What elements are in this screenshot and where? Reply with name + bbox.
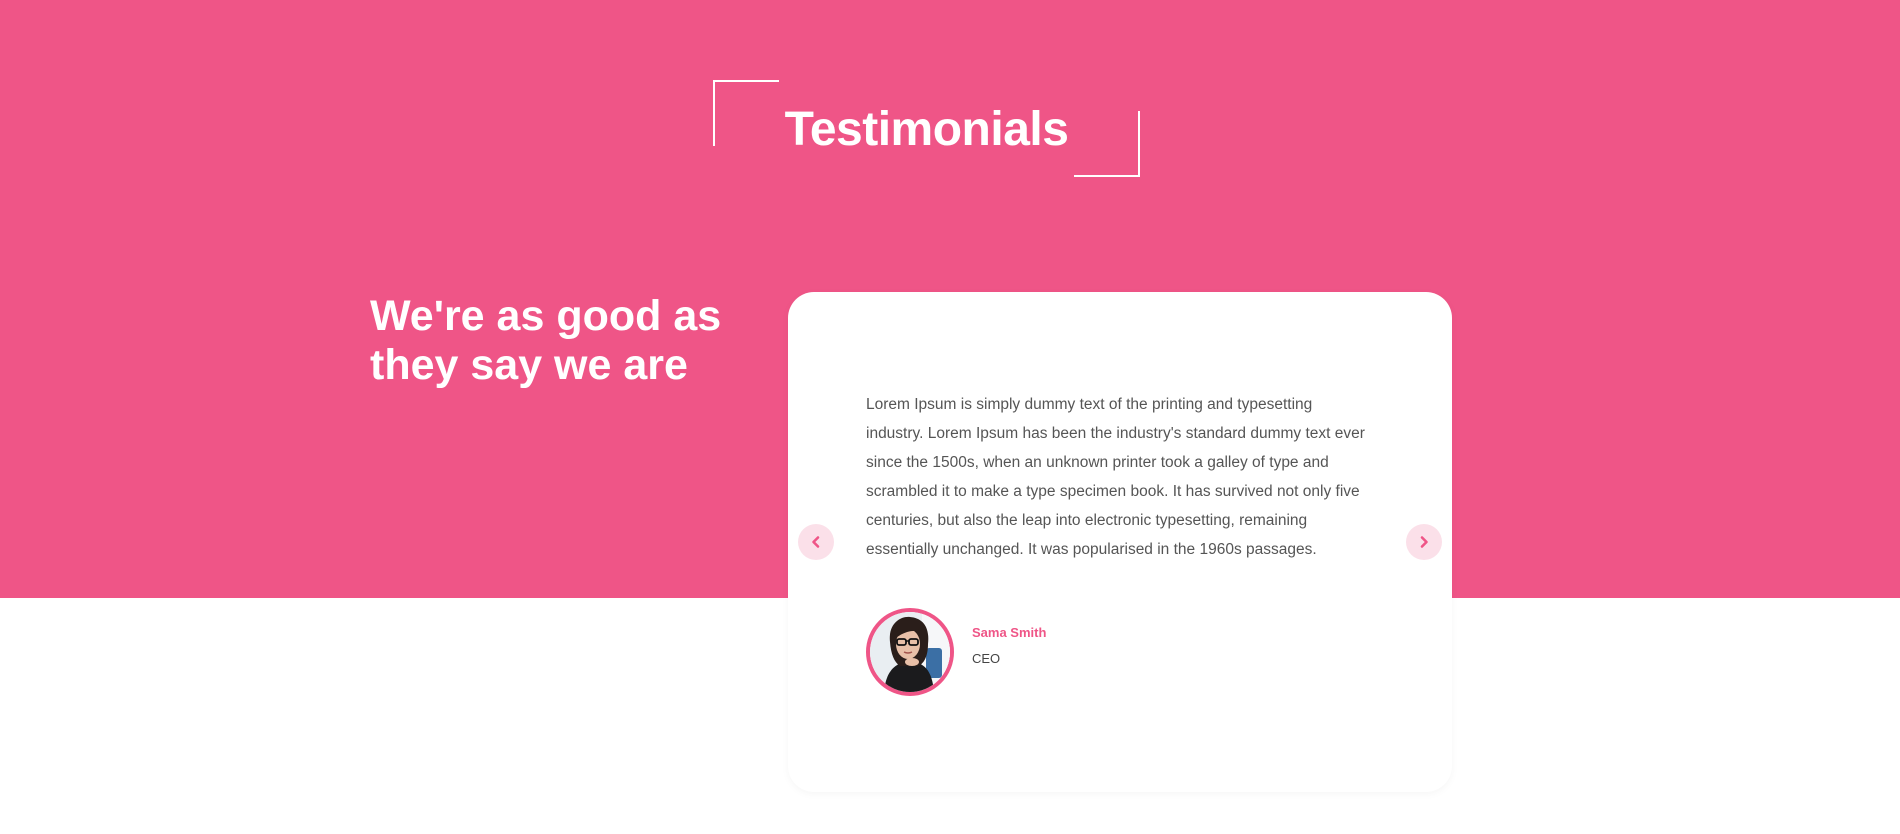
chevron-left-icon bbox=[812, 536, 820, 548]
author-portrait bbox=[870, 612, 950, 692]
section-heading: Testimonials bbox=[713, 80, 1140, 177]
avatar bbox=[866, 608, 954, 696]
testimonial-quote: Lorem Ipsum is simply dummy text of the … bbox=[866, 396, 1365, 558]
testimonial-author: Sama Smith CEO bbox=[866, 608, 1046, 696]
section-title: Testimonials bbox=[784, 103, 1069, 156]
author-role: CEO bbox=[972, 651, 1001, 666]
tagline: We're as good as they say we are bbox=[370, 292, 722, 389]
author-name: Sama Smith bbox=[972, 625, 1047, 640]
chevron-right-icon bbox=[1420, 536, 1428, 548]
carousel-prev-button[interactable] bbox=[798, 524, 834, 560]
carousel-next-button[interactable] bbox=[1406, 524, 1442, 560]
testimonial-card: Lorem Ipsum is simply dummy text of the … bbox=[788, 292, 1452, 792]
author-meta: Sama Smith CEO bbox=[972, 623, 1046, 669]
